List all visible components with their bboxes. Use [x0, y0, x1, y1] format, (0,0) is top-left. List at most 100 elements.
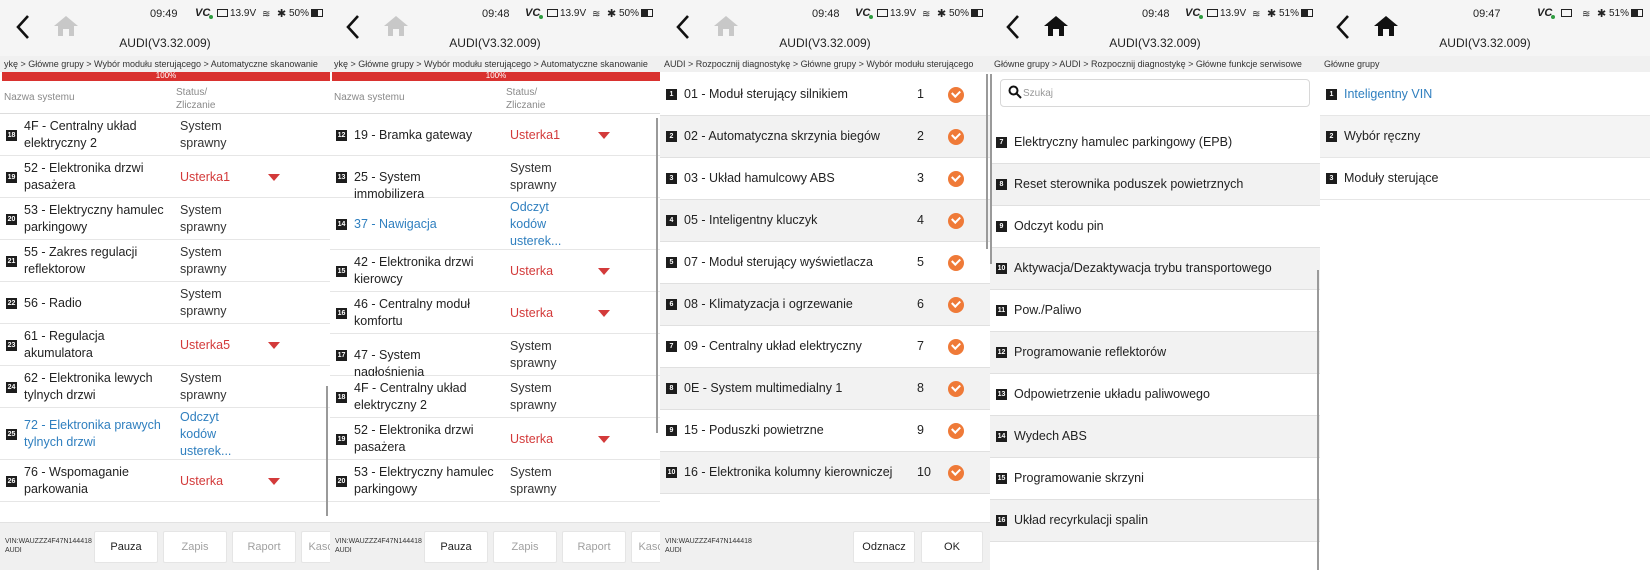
system-row[interactable]: 26 76 - Wspomaganie parkowania Usterka	[0, 460, 330, 502]
module-row[interactable]: 10 16 - Elektronika kolumny kierowniczej 1…	[660, 452, 990, 494]
expand-arrow-icon[interactable]	[268, 478, 280, 485]
service-function-item[interactable]: 16 Układ recyrkulacji spalin	[990, 500, 1320, 542]
service-function-item[interactable]: 8 Reset sterownika poduszek powietrznych	[990, 164, 1320, 206]
expand-arrow-icon[interactable]	[598, 436, 610, 443]
home-icon[interactable]	[712, 14, 740, 38]
scrollbar[interactable]	[1317, 270, 1319, 570]
row-index: 19	[336, 434, 347, 445]
clock: 09:47	[1473, 8, 1501, 20]
scrollbar[interactable]	[986, 74, 988, 249]
deselect-button[interactable]: Odznacz	[853, 531, 915, 563]
vci-indicator: VC	[195, 7, 214, 19]
battery-percent: 50%	[289, 8, 310, 19]
home-icon[interactable]	[52, 14, 80, 38]
expand-arrow-icon[interactable]	[268, 342, 280, 349]
expand-arrow-icon[interactable]	[598, 268, 610, 275]
clear-button[interactable]: Kaso	[301, 531, 330, 563]
check-circle-icon[interactable]	[948, 87, 964, 103]
service-function-item[interactable]: 9 Odczyt kodu pin	[990, 206, 1320, 248]
service-function-item[interactable]: 14 Wydech ABS	[990, 416, 1320, 458]
system-row[interactable]: 20 53 - Elektryczny hamulec parkingowy Sys…	[0, 198, 330, 240]
system-row[interactable]: 19 52 - Elektronika drzwi pasażera Usterka…	[0, 156, 330, 198]
check-circle-icon[interactable]	[948, 213, 964, 229]
battery-percent: 51%	[1609, 8, 1630, 19]
system-row[interactable]: 12 19 - Bramka gateway Usterka1	[330, 114, 660, 156]
expand-arrow-icon[interactable]	[598, 132, 610, 139]
check-circle-icon[interactable]	[948, 339, 964, 355]
system-row[interactable]: 19 52 - Elektronika drzwi pasażera Usterka	[330, 418, 660, 460]
system-list[interactable]: sprawny 184F - Centralny układ elektrycz…	[0, 114, 330, 522]
system-row[interactable]: 18 4F - Centralny układ elektryczny 2 Syst…	[330, 376, 660, 418]
save-button[interactable]: Zapis	[163, 531, 227, 563]
system-row[interactable]: 21 55 - Zakres regulacji reflektorow Syste…	[0, 240, 330, 282]
service-function-label: Pow./Paliwo	[1014, 303, 1082, 317]
clock: 09:49	[150, 8, 178, 20]
system-row[interactable]: 24 62 - Elektronika lewych tylnych drzwi S…	[0, 366, 330, 408]
scan-progress-bar: 100%	[2, 71, 330, 81]
pause-button[interactable]: Pauza	[94, 531, 158, 563]
car-battery-icon	[547, 9, 558, 17]
home-icon[interactable]	[1372, 14, 1400, 38]
module-row[interactable]: 4 05 - Inteligentny kluczyk 4	[660, 200, 990, 242]
service-function-item[interactable]: 15 Programowanie skrzyni	[990, 458, 1320, 500]
check-circle-icon[interactable]	[948, 255, 964, 271]
main-group-list[interactable]: 1 Inteligentny VIN 2 Wybór ręczny 3 Moduły st…	[1320, 74, 1650, 374]
search-box[interactable]	[1000, 79, 1310, 107]
scrollbar[interactable]	[656, 118, 658, 433]
scrollbar[interactable]	[326, 386, 328, 516]
home-icon[interactable]	[1042, 14, 1070, 38]
service-function-item[interactable]: 10 Aktywacja/Dezaktywacja trybu transport…	[990, 248, 1320, 290]
system-list[interactable]: 12 19 - Bramka gateway Usterka1 13 25 - Syst…	[330, 114, 660, 522]
system-row[interactable]: 13 25 - System immobilizera System sprawny	[330, 156, 660, 201]
check-circle-icon[interactable]	[948, 171, 964, 187]
module-row[interactable]: 2 02 - Automatyczna skrzynia biegów 2	[660, 116, 990, 158]
module-row[interactable]: 7 09 - Centralny układ elektryczny 7	[660, 326, 990, 368]
module-row[interactable]: 5 07 - Moduł sterujący wyświetlacza 5	[660, 242, 990, 284]
check-circle-icon[interactable]	[948, 381, 964, 397]
expand-arrow-icon[interactable]	[598, 310, 610, 317]
check-circle-icon[interactable]	[948, 423, 964, 439]
service-function-item[interactable]: 13 Odpowietrzenie układu paliwowego	[990, 374, 1320, 416]
report-button[interactable]: Raport	[232, 531, 296, 563]
module-row[interactable]: 3 03 - Układ hamulcowy ABS 3	[660, 158, 990, 200]
check-circle-icon[interactable]	[948, 129, 964, 145]
scrollbar-left[interactable]	[990, 74, 992, 264]
clear-button[interactable]: Kaso	[631, 531, 660, 563]
module-row[interactable]: 8 0E - System multimedialny 1 8	[660, 368, 990, 410]
module-row[interactable]: 9 15 - Poduszki powietrzne 9	[660, 410, 990, 452]
system-row[interactable]: 15 42 - Elektronika drzwi kierowcy Usterka	[330, 250, 660, 292]
search-input[interactable]	[1023, 84, 1223, 102]
check-circle-icon[interactable]	[948, 297, 964, 313]
system-row[interactable]: 18 4F - Centralny układ elektryczny 2 Syst…	[0, 114, 330, 156]
report-button[interactable]: Raport	[562, 531, 626, 563]
service-function-item[interactable]: 11 Pow./Paliwo	[990, 290, 1320, 332]
module-list[interactable]: 1 01 - Moduł sterujący silnikiem 1 2 02 - Au…	[660, 74, 990, 522]
wifi-icon: ≋	[1582, 9, 1591, 20]
module-row[interactable]: 6 08 - Klimatyzacja i ogrzewanie 6	[660, 284, 990, 326]
system-row[interactable]: 14 37 - Nawigacja Odczyt kodów usterek...	[330, 198, 660, 250]
row-index: 24	[6, 382, 17, 393]
row-index: 25	[6, 429, 17, 440]
pause-button[interactable]: Pauza	[424, 531, 488, 563]
module-count: 8	[917, 381, 924, 395]
service-function-list[interactable]: 7 Elektryczny hamulec parkingowy (EPB) 8 Re…	[990, 122, 1320, 570]
system-row[interactable]: 22 56 - Radio System sprawny	[0, 282, 330, 324]
service-function-item[interactable]: 7 Elektryczny hamulec parkingowy (EPB)	[990, 122, 1320, 164]
system-row[interactable]: 20 53 - Elektryczny hamulec parkingowy Sys…	[330, 460, 660, 502]
home-icon[interactable]	[382, 14, 410, 38]
save-button[interactable]: Zapis	[493, 531, 557, 563]
row-index: 20	[6, 214, 17, 225]
system-row[interactable]: 25 72 - Elektronika prawych tylnych drzwi…	[0, 408, 330, 460]
check-circle-icon[interactable]	[948, 465, 964, 481]
module-row[interactable]: 1 01 - Moduł sterujący silnikiem 1	[660, 74, 990, 116]
main-group-item[interactable]: 3 Moduły sterujące	[1320, 158, 1650, 200]
system-row[interactable]: 17 47 - System nagłośnienia System sprawny	[330, 334, 660, 379]
system-row[interactable]: 16 46 - Centralny moduł komfortu Usterka	[330, 292, 660, 334]
bottom-toolbar: VIN:WAUZZZ4F47N144418 AUDI Pauza Zapis Ra…	[330, 522, 660, 570]
ok-button[interactable]: OK	[921, 531, 983, 563]
expand-arrow-icon[interactable]	[268, 174, 280, 181]
service-function-item[interactable]: 12 Programowanie reflektorów	[990, 332, 1320, 374]
main-group-item[interactable]: 1 Inteligentny VIN	[1320, 74, 1650, 116]
main-group-item[interactable]: 2 Wybór ręczny	[1320, 116, 1650, 158]
system-row[interactable]: 23 61 - Regulacja akumulatora Usterka5	[0, 324, 330, 366]
